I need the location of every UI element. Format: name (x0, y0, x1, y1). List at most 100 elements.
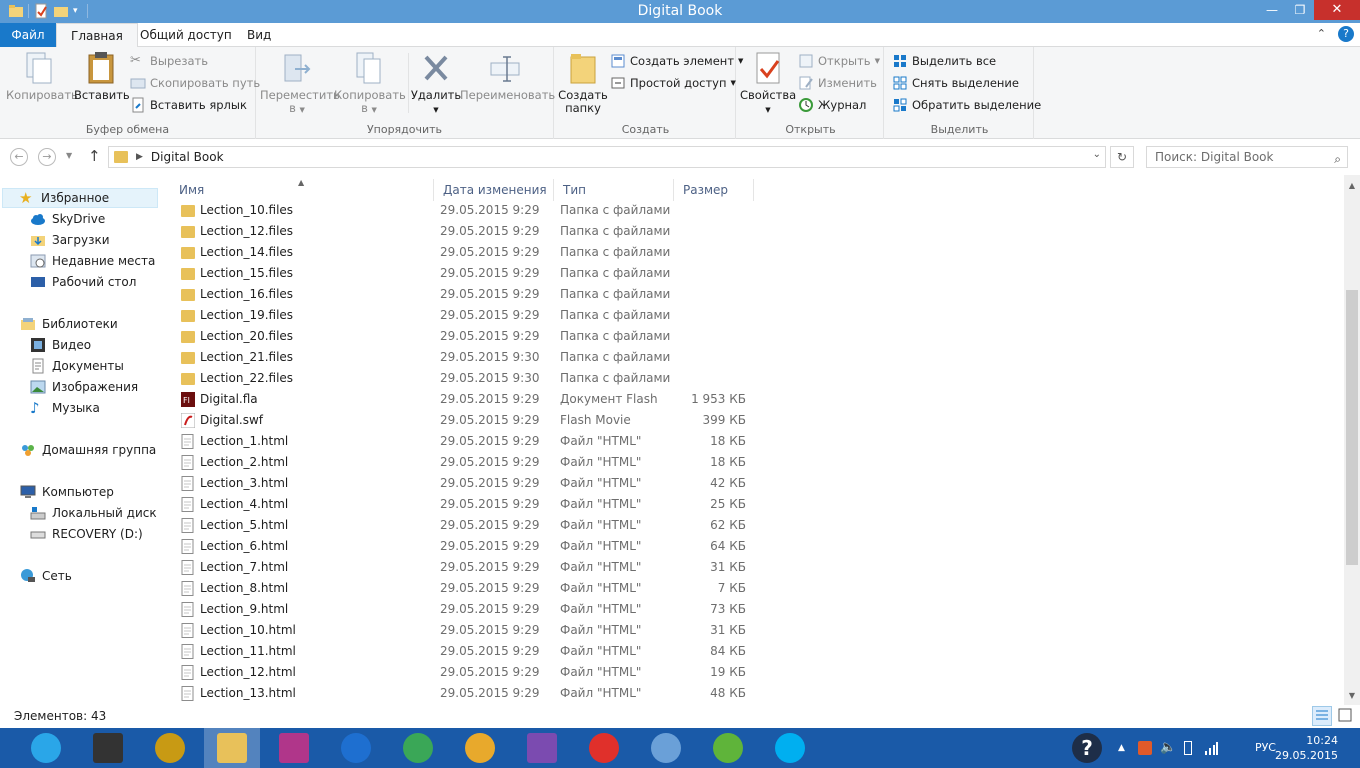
minimize-icon[interactable]: — (1258, 0, 1286, 20)
file-row[interactable]: Lection_3.html 29.05.2015 9:29 Файл "HTML"… (170, 473, 756, 494)
taskbar-button[interactable] (452, 728, 508, 768)
new-folder-button[interactable]: Создать папку (558, 51, 608, 115)
help-icon[interactable]: ? (1338, 26, 1354, 42)
taskbar-button[interactable] (514, 728, 570, 768)
taskbar-button[interactable] (390, 728, 446, 768)
address-dropdown-icon[interactable]: ⌄ (1093, 149, 1101, 160)
nav-local-disk[interactable]: Локальный диск (C: (30, 503, 160, 523)
large-icons-view-icon[interactable] (1336, 706, 1356, 726)
battery-icon[interactable] (1184, 741, 1192, 755)
nav-homegroup[interactable]: Домашняя группа (20, 440, 156, 460)
nav-music[interactable]: ♪ Музыка (30, 398, 100, 418)
invert-selection-button[interactable]: Обратить выделение (892, 95, 1041, 115)
taskbar-button[interactable] (638, 728, 694, 768)
clock[interactable]: 10:24 29.05.2015 (1275, 733, 1338, 763)
help-question-icon[interactable]: ? (1072, 733, 1102, 763)
file-row[interactable]: Lection_14.files 29.05.2015 9:29 Папка с ф… (170, 242, 756, 263)
ribbon-collapse-icon[interactable]: ⌃ (1317, 27, 1326, 40)
search-input[interactable]: Поиск: Digital Book ⌕ (1146, 146, 1348, 168)
column-header-size[interactable]: Размер (674, 179, 754, 201)
file-row[interactable]: Lection_13.html 29.05.2015 9:29 Файл "HTML… (170, 683, 756, 704)
nav-video[interactable]: Видео (30, 335, 91, 355)
delete-button[interactable]: Удалить ▼ (410, 51, 462, 117)
file-row[interactable]: Lection_4.html 29.05.2015 9:29 Файл "HTML"… (170, 494, 756, 515)
forward-icon[interactable]: → (38, 148, 56, 166)
file-row[interactable]: Lection_20.files 29.05.2015 9:29 Папка с ф… (170, 326, 756, 347)
up-icon[interactable]: ↑ (88, 147, 101, 165)
taskbar-button[interactable] (18, 728, 74, 768)
file-row[interactable]: Lection_9.html 29.05.2015 9:29 Файл "HTML"… (170, 599, 756, 620)
nav-computer[interactable]: Компьютер (20, 482, 114, 502)
taskbar-button[interactable] (266, 728, 322, 768)
details-view-icon[interactable] (1312, 706, 1332, 726)
nav-libraries[interactable]: Библиотеки (20, 314, 118, 334)
cut-button[interactable]: ✂ Вырезать (130, 51, 208, 71)
show-hidden-icons-icon[interactable]: ▲ (1118, 741, 1132, 755)
tray-app-icon[interactable] (1138, 741, 1152, 755)
recent-locations-icon[interactable]: ▼ (66, 151, 72, 160)
file-row[interactable]: Lection_7.html 29.05.2015 9:29 Файл "HTML"… (170, 557, 756, 578)
tab-file[interactable]: Файл (0, 23, 56, 47)
vertical-scrollbar[interactable]: ▲ ▼ (1344, 175, 1360, 705)
copy-path-button[interactable]: Скопировать путь (130, 73, 260, 93)
paste-button[interactable]: Вставить (74, 51, 130, 102)
nav-skydrive[interactable]: SkyDrive (30, 209, 105, 229)
file-row[interactable]: Lection_10.files 29.05.2015 9:29 Папка с ф… (170, 200, 756, 221)
easy-access-button[interactable]: Простой доступ ▼ (610, 73, 736, 93)
open-button[interactable]: Открыть ▼ (798, 51, 880, 71)
nav-recovery[interactable]: RECOVERY (D:) (30, 524, 143, 544)
tab-view[interactable]: Вид (233, 23, 285, 47)
file-row[interactable]: Lection_12.files 29.05.2015 9:29 Папка с ф… (170, 221, 756, 242)
taskbar-button[interactable] (762, 728, 818, 768)
file-row[interactable]: Lection_1.html 29.05.2015 9:29 Файл "HTML"… (170, 431, 756, 452)
search-icon[interactable]: ⌕ (1334, 149, 1341, 169)
file-row[interactable]: Lection_6.html 29.05.2015 9:29 Файл "HTML"… (170, 536, 756, 557)
restore-icon[interactable]: ❐ (1286, 0, 1314, 20)
copy-to-button[interactable]: Копировать в ▼ (334, 51, 406, 117)
address-box[interactable]: ▶ Digital Book ⌄ (108, 146, 1106, 168)
refresh-icon[interactable]: ↻ (1110, 146, 1134, 168)
file-row[interactable]: Lection_21.files 29.05.2015 9:30 Папка с ф… (170, 347, 756, 368)
nav-downloads[interactable]: Загрузки (30, 230, 110, 250)
breadcrumb-current[interactable]: Digital Book (151, 150, 224, 164)
file-row[interactable]: Fl Digital.fla 29.05.2015 9:29 Документ Fla… (170, 389, 756, 410)
taskbar-button[interactable] (204, 728, 260, 768)
file-row[interactable]: Lection_22.files 29.05.2015 9:30 Папка с ф… (170, 368, 756, 389)
file-row[interactable]: Lection_8.html 29.05.2015 9:29 Файл "HTML"… (170, 578, 756, 599)
scroll-down-icon[interactable]: ▼ (1344, 691, 1360, 700)
taskbar-button[interactable] (142, 728, 198, 768)
breadcrumb-chevron-icon[interactable]: ▶ (136, 152, 143, 162)
file-row[interactable]: Lection_11.html 29.05.2015 9:29 Файл "HTML… (170, 641, 756, 662)
file-row[interactable]: Digital.swf 29.05.2015 9:29 Flash Movie 399… (170, 410, 756, 431)
nav-favorites[interactable]: ★ Избранное (2, 188, 158, 208)
paste-shortcut-button[interactable]: Вставить ярлык (130, 95, 247, 115)
taskbar-button[interactable] (700, 728, 756, 768)
taskbar-button[interactable] (80, 728, 136, 768)
select-none-button[interactable]: Снять выделение (892, 73, 1019, 93)
move-to-button[interactable]: Переместить в ▼ (260, 51, 340, 117)
file-row[interactable]: Lection_16.files 29.05.2015 9:29 Папка с ф… (170, 284, 756, 305)
close-icon[interactable]: ✕ (1314, 0, 1360, 20)
rename-button[interactable]: Переименовать (460, 51, 555, 102)
tab-share[interactable]: Общий доступ (126, 23, 246, 47)
nav-recent[interactable]: Недавние места (30, 251, 155, 271)
wifi-signal-icon[interactable] (1204, 741, 1218, 755)
nav-documents[interactable]: Документы (30, 356, 124, 376)
file-row[interactable]: Lection_2.html 29.05.2015 9:29 Файл "HTML"… (170, 452, 756, 473)
title-bar[interactable]: ▾ Digital Book — ❐ ✕ (0, 0, 1360, 23)
input-language[interactable]: РУС (1255, 741, 1276, 754)
copy-button[interactable]: Копировать (6, 51, 78, 102)
scroll-up-icon[interactable]: ▲ (1344, 181, 1360, 190)
file-row[interactable]: Lection_19.files 29.05.2015 9:29 Папка с ф… (170, 305, 756, 326)
nav-desktop[interactable]: Рабочий стол (30, 272, 136, 292)
back-icon[interactable]: ← (10, 148, 28, 166)
properties-button[interactable]: Свойства ▼ (740, 51, 796, 117)
column-header-name[interactable]: Имя ▲ (170, 179, 434, 201)
history-button[interactable]: Журнал (798, 95, 866, 115)
file-row[interactable]: Lection_12.html 29.05.2015 9:29 Файл "HTML… (170, 662, 756, 683)
taskbar-button[interactable] (328, 728, 384, 768)
edit-button[interactable]: Изменить (798, 73, 877, 93)
nav-network[interactable]: Сеть (20, 566, 72, 586)
column-header-type[interactable]: Тип (554, 179, 674, 201)
file-row[interactable]: Lection_10.html 29.05.2015 9:29 Файл "HTML… (170, 620, 756, 641)
